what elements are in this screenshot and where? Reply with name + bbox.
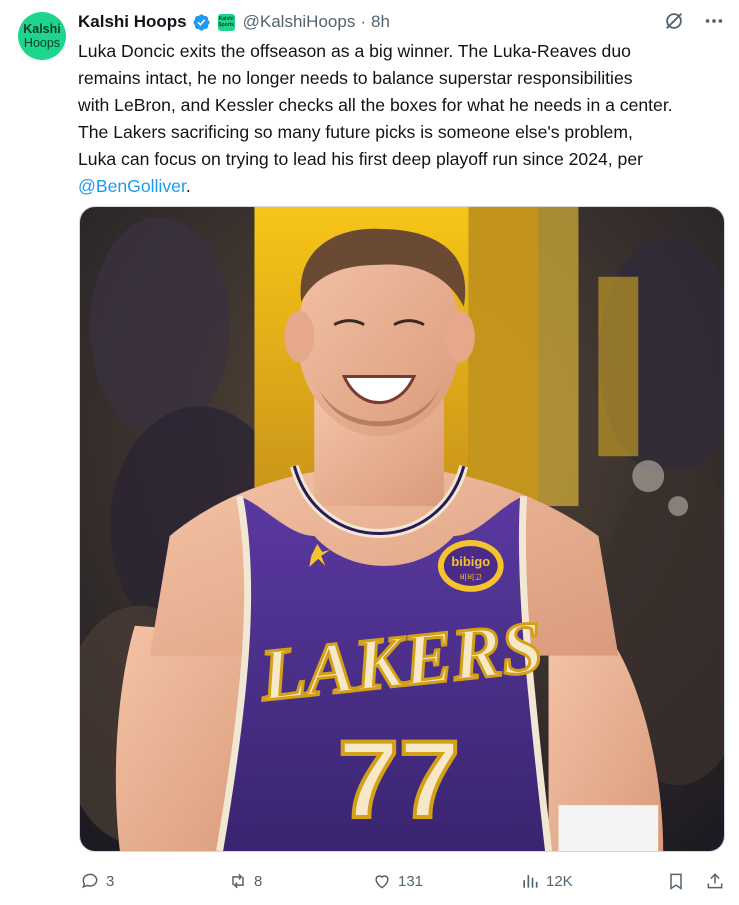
repost-icon bbox=[232, 873, 244, 889]
like-button[interactable]: 131 bbox=[372, 866, 423, 896]
like-count: 131 bbox=[398, 872, 424, 890]
tweet-text-line: with LeBron, and Kessler checks all the … bbox=[78, 95, 673, 115]
jersey-patch-subtext: 비비고 bbox=[460, 573, 482, 582]
tweet-text-line: The Lakers sacrificing so many future pi… bbox=[78, 122, 633, 142]
tweet-text: Luka Doncic exits the offseason as a big… bbox=[78, 38, 730, 200]
more-icon[interactable] bbox=[703, 10, 725, 32]
avatar-line-1: Kalshi bbox=[23, 22, 61, 36]
timestamp[interactable]: 8h bbox=[371, 12, 390, 32]
views-button[interactable]: 12K bbox=[520, 866, 573, 896]
like-icon bbox=[375, 875, 389, 889]
avatar[interactable]: Kalshi Hoops bbox=[18, 12, 66, 60]
views-count: 12K bbox=[546, 872, 573, 890]
separator-dot: · bbox=[360, 12, 366, 31]
tweet-text-line: Luka Doncic exits the offseason as a big… bbox=[78, 41, 631, 61]
badge-line-2: Sports bbox=[218, 22, 235, 28]
bookmark-button[interactable] bbox=[666, 866, 692, 896]
reply-count: 3 bbox=[106, 872, 115, 890]
views-icon bbox=[523, 875, 538, 888]
repost-count: 8 bbox=[254, 872, 263, 890]
tweet-card[interactable]: Kalshi Hoops Kalshi Hoops Kalshi Sports … bbox=[0, 0, 739, 905]
verified-badge-icon bbox=[193, 13, 210, 31]
reply-icon bbox=[82, 873, 98, 889]
tweet-text-last-line: @BenGolliver. bbox=[78, 173, 730, 200]
kalshi-sports-badge[interactable]: Kalshi Sports bbox=[217, 13, 235, 31]
bookmark-icon bbox=[670, 873, 682, 890]
author-name[interactable]: Kalshi Hoops bbox=[78, 12, 187, 32]
tweet-text-line: Luka can focus on trying to lead his fir… bbox=[78, 149, 643, 169]
reply-button[interactable]: 3 bbox=[80, 866, 114, 896]
tweet-top-actions bbox=[663, 10, 725, 32]
jersey-patch-text: bibigo bbox=[451, 554, 490, 569]
mention-link[interactable]: @BenGolliver bbox=[78, 176, 186, 196]
grok-icon[interactable] bbox=[663, 10, 685, 32]
tweet-actions: 3 8 131 12K bbox=[0, 866, 739, 896]
repost-button[interactable]: 8 bbox=[228, 866, 262, 896]
share-icon bbox=[707, 873, 723, 889]
tweet-text-line: remains intact, he no longer needs to ba… bbox=[78, 68, 633, 88]
avatar-line-2: Hoops bbox=[23, 36, 61, 50]
player-photo-illustration: bibigo 비비고 LAKERS 77 bbox=[80, 207, 724, 851]
mention-suffix: . bbox=[185, 176, 191, 196]
jersey-number: 77 bbox=[338, 719, 460, 841]
tweet-header: Kalshi Hoops Kalshi Sports @KalshiHoops … bbox=[78, 10, 390, 34]
author-handle[interactable]: @KalshiHoops bbox=[243, 12, 356, 32]
share-button[interactable] bbox=[705, 866, 731, 896]
tweet-photo[interactable]: bibigo 비비고 LAKERS 77 bbox=[79, 206, 725, 852]
